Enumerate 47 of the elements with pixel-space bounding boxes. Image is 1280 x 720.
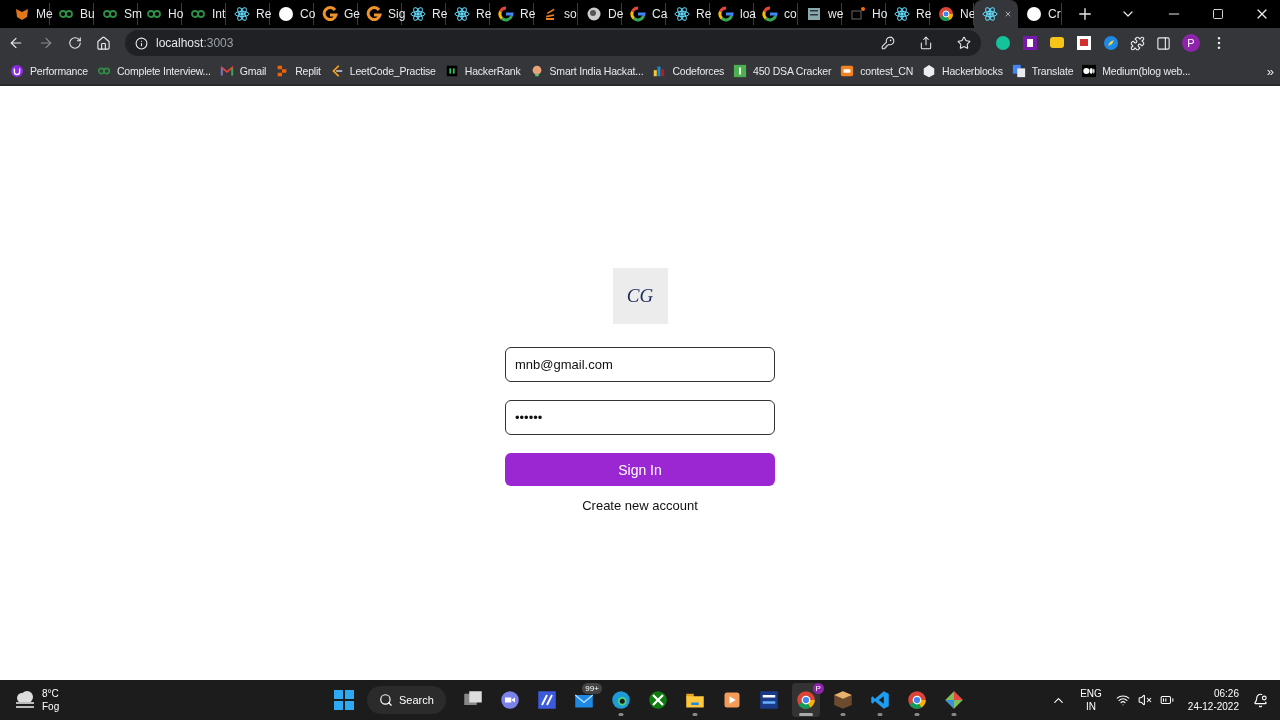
browser-tab[interactable]: Re	[226, 3, 270, 25]
bookmark[interactable]: HackerRank	[444, 64, 521, 78]
address-bar[interactable]: localhost:3003	[125, 30, 981, 56]
browser-tab[interactable]: Re	[446, 3, 490, 25]
url-text: localhost:3003	[156, 36, 234, 50]
browser-tab[interactable]: Me	[6, 3, 50, 25]
browser-tab[interactable]: Ca	[622, 3, 666, 25]
bookmark[interactable]: Medium(blog web...	[1082, 64, 1191, 78]
bookmark[interactable]: Hackerblocks	[922, 64, 1003, 78]
bookmark[interactable]: 450 DSA Cracker	[733, 64, 832, 78]
temperature: 8°C	[42, 687, 60, 700]
sign-in-button[interactable]: Sign In	[505, 453, 775, 486]
browser-tab[interactable]: Ge	[314, 3, 358, 25]
bookmark[interactable]: Complete Interview...	[96, 64, 211, 78]
bookmark[interactable]: LeetCode_Practise	[329, 64, 436, 78]
create-account-link[interactable]: Create new account	[582, 498, 698, 513]
browser-tab[interactable]: Int	[182, 3, 226, 25]
clock-time[interactable]: 06:26	[1213, 687, 1239, 700]
clock-date[interactable]: 24-12-2022	[1187, 700, 1239, 713]
bookmark[interactable]: Performance	[10, 64, 88, 78]
logo: CG	[612, 268, 668, 324]
browser-tab[interactable]: Re	[886, 3, 930, 25]
bookmark[interactable]: Smart India Hackat...	[529, 64, 644, 78]
bookmark[interactable]: Codeforces	[652, 64, 725, 78]
bookmark[interactable]: Replit	[275, 64, 321, 78]
bookmarks-overflow[interactable]: »	[1266, 63, 1274, 79]
bookmark[interactable]: contest_CN	[840, 64, 914, 78]
weather-condition: Fog	[42, 700, 60, 713]
notification-badge: 99+	[582, 683, 602, 694]
region[interactable]: IN	[1086, 700, 1096, 713]
email-field[interactable]: mnb@gmail.com	[505, 347, 775, 382]
notification-badge: P	[812, 683, 824, 694]
browser-tab[interactable]: so	[534, 3, 578, 25]
browser-tab[interactable]: Co	[270, 3, 314, 25]
browser-tab[interactable]: we	[798, 3, 842, 25]
bookmark[interactable]: Gmail	[219, 64, 267, 78]
search-button[interactable]: Search	[367, 686, 446, 714]
browser-tab[interactable]: De	[578, 3, 622, 25]
browser-tab[interactable]: Cr	[1018, 3, 1062, 25]
browser-tab[interactable]: loa	[710, 3, 754, 25]
password-field[interactable]: ••••••	[505, 400, 775, 435]
bookmark[interactable]: Translate	[1011, 64, 1074, 78]
browser-tab[interactable]: Ho	[842, 3, 886, 25]
language[interactable]: ENG	[1080, 687, 1102, 700]
browser-tab[interactable]: Ne	[930, 3, 974, 25]
profile-avatar[interactable]: P	[1182, 34, 1200, 52]
browser-tab[interactable]: Re	[490, 3, 534, 25]
